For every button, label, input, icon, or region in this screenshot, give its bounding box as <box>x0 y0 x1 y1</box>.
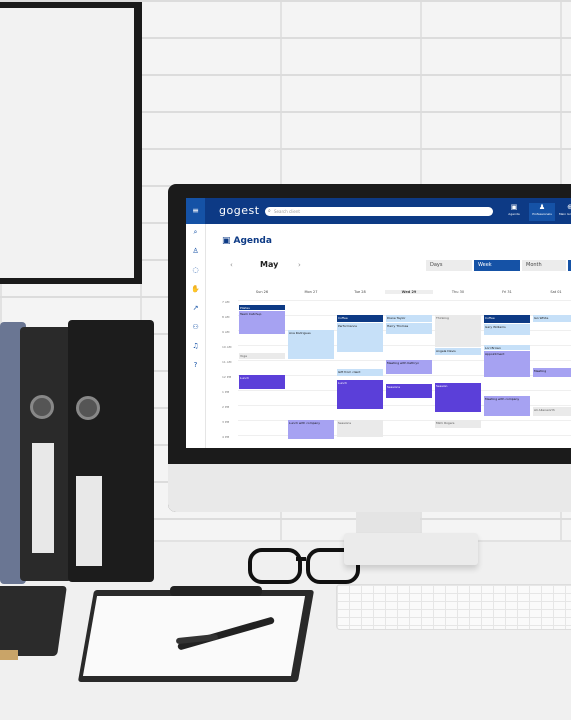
globe-icon: ⊕ <box>567 203 571 211</box>
nav-agenda[interactable]: ▣ Agenda <box>501 203 527 221</box>
logo-rest: gest <box>233 204 260 217</box>
person-icon[interactable]: ♙ <box>191 247 200 256</box>
time-label: 2 PM <box>222 405 230 409</box>
chat-icon[interactable]: ◌ <box>191 266 200 275</box>
monitor-base <box>344 533 478 565</box>
notebook-pages <box>0 650 18 660</box>
nav-main-language[interactable]: ⊕Main language <box>557 203 571 221</box>
calendar-event[interactable]: Team Catchup <box>239 310 285 334</box>
week-grid: Sun 26 Mon 27 Tue 28 Wed 29 Thu 30 Fri 31 Sat … <box>222 290 571 448</box>
prev-arrow-icon[interactable]: ‹ <box>230 261 233 269</box>
calendar-event[interactable]: Yoga <box>239 352 285 359</box>
calendar-event[interactable]: Lunch <box>337 379 383 409</box>
hand-icon[interactable]: ✋ <box>191 285 200 294</box>
calendar-event[interactable]: Harry Thomas <box>386 322 432 334</box>
calendar-event[interactable]: Ali Allenworth <box>533 406 571 416</box>
stats-icon[interactable]: ♫ <box>191 342 200 351</box>
time-label: 11 AM <box>222 360 232 364</box>
calendar-event[interactable]: Diane Taylor <box>386 315 432 322</box>
time-label: 12 PM <box>222 375 232 379</box>
top-bar: gogest ⌕ Search client ▣ Agenda ♟ Professio… <box>205 198 571 224</box>
binder-ring <box>30 395 54 419</box>
page-title-text: Agenda <box>233 236 272 246</box>
time-label: 4 PM <box>222 435 230 439</box>
monitor-chin <box>168 464 571 512</box>
time-label: 7 AM <box>222 300 230 304</box>
next-arrow-icon[interactable]: › <box>298 261 301 269</box>
picture-frame-canvas <box>0 8 134 278</box>
nav-label: Agenda <box>508 212 520 216</box>
app-logo[interactable]: gogest <box>219 204 260 217</box>
binder-label <box>32 443 54 553</box>
sidebar: ≡ ⌕ ♙ ◌ ✋ ↗ ⚇ ♫? <box>186 198 206 448</box>
hour-line <box>238 300 571 301</box>
glasses-lens-left <box>248 548 302 584</box>
calendar-event[interactable]: Appointment <box>484 351 530 377</box>
day-header[interactable]: Fri 31 <box>483 290 531 294</box>
nav-label: Professionals <box>532 212 552 216</box>
nav-label: Main language <box>558 212 571 216</box>
notebook <box>0 586 67 656</box>
time-label: 1 PM <box>222 390 230 394</box>
nav-professionals[interactable]: ♟ Professionals <box>529 203 555 221</box>
day-header[interactable]: Wed 29 <box>385 290 433 294</box>
calendar-event[interactable]: Lunch with company <box>288 420 334 439</box>
binder-label <box>76 476 102 566</box>
monitor-screen: ≡ ⌕ ♙ ◌ ✋ ↗ ⚇ ♫? gogest ⌕ Search client ▣ Agend… <box>186 198 571 448</box>
calendar-event[interactable]: Thinking <box>435 315 481 347</box>
calendar-event[interactable]: Sessions <box>386 384 432 398</box>
calendar-event[interactable]: Ian White <box>533 315 571 322</box>
view-month-button[interactable]: Month <box>522 260 566 271</box>
calendar-toolbar: ‹ May › Days Week Month <box>222 258 571 274</box>
binder-black-1 <box>20 327 72 581</box>
keyboard <box>336 584 571 630</box>
calendar-event[interactable]: Coffee <box>484 315 530 323</box>
day-header[interactable]: Sat 01 <box>532 290 571 294</box>
chart-icon[interactable]: ↗ <box>191 304 200 313</box>
time-label: 10 AM <box>222 345 232 349</box>
calendar-event[interactable]: Sessions <box>337 420 383 437</box>
view-week-button[interactable]: Week <box>474 260 520 271</box>
calendar-icon: ▣ <box>510 203 518 211</box>
calendar-event[interactable]: Session <box>435 382 481 412</box>
calendar-event[interactable]: Angela Davis <box>435 348 481 355</box>
search-icon[interactable]: ⌕ <box>191 228 200 237</box>
menu-icon[interactable]: ≡ <box>186 198 205 224</box>
calendar-event[interactable]: Mimi Rogers <box>435 420 481 428</box>
binder-ring <box>76 396 100 420</box>
help-icon[interactable]: ? <box>191 361 200 370</box>
logo-main: go <box>219 204 234 217</box>
day-header[interactable]: Sun 26 <box>238 290 286 294</box>
day-header[interactable]: Thu 30 <box>434 290 482 294</box>
time-label: 8 AM <box>222 315 230 319</box>
search-icon: ⌕ <box>268 208 271 214</box>
team-icon[interactable]: ⚇ <box>191 323 200 332</box>
clipboard-clip <box>170 586 262 596</box>
day-header[interactable]: Tue 28 <box>336 290 384 294</box>
calendar-event[interactable]: Pilates <box>239 304 285 310</box>
day-header[interactable]: Mon 27 <box>287 290 335 294</box>
calendar-event[interactable]: Meeting with Kathryn <box>386 360 432 374</box>
glasses-bridge <box>296 557 306 561</box>
calendar-event[interactable]: Lunch <box>239 375 285 389</box>
calendar-event[interactable]: Ana Rodrigues <box>288 330 334 359</box>
users-icon: ♟ <box>538 203 546 211</box>
calendar-event[interactable]: Meeting <box>533 367 571 377</box>
calendar-event[interactable]: Meeting with company <box>484 396 530 416</box>
view-days-button[interactable]: Days <box>426 260 472 271</box>
calendar-event[interactable]: Gary Williams <box>484 324 530 335</box>
picture-frame <box>0 2 142 284</box>
calendar-event[interactable]: Lori Brown <box>484 345 530 350</box>
calendar-icon: ▣ <box>222 236 231 246</box>
time-label: 9 AM <box>222 330 230 334</box>
month-label: May <box>260 260 279 269</box>
binder-black-2 <box>68 320 154 582</box>
calendar-event[interactable]: Coffee <box>337 315 383 322</box>
search-input[interactable]: ⌕ Search client <box>265 207 493 216</box>
search-placeholder: Search client <box>274 209 300 214</box>
page-title: ▣ Agenda <box>222 236 272 246</box>
time-label: 3 PM <box>222 420 230 424</box>
calendar-event[interactable]: Gift from client <box>337 369 383 376</box>
calendar-event[interactable]: Performance <box>337 322 383 352</box>
